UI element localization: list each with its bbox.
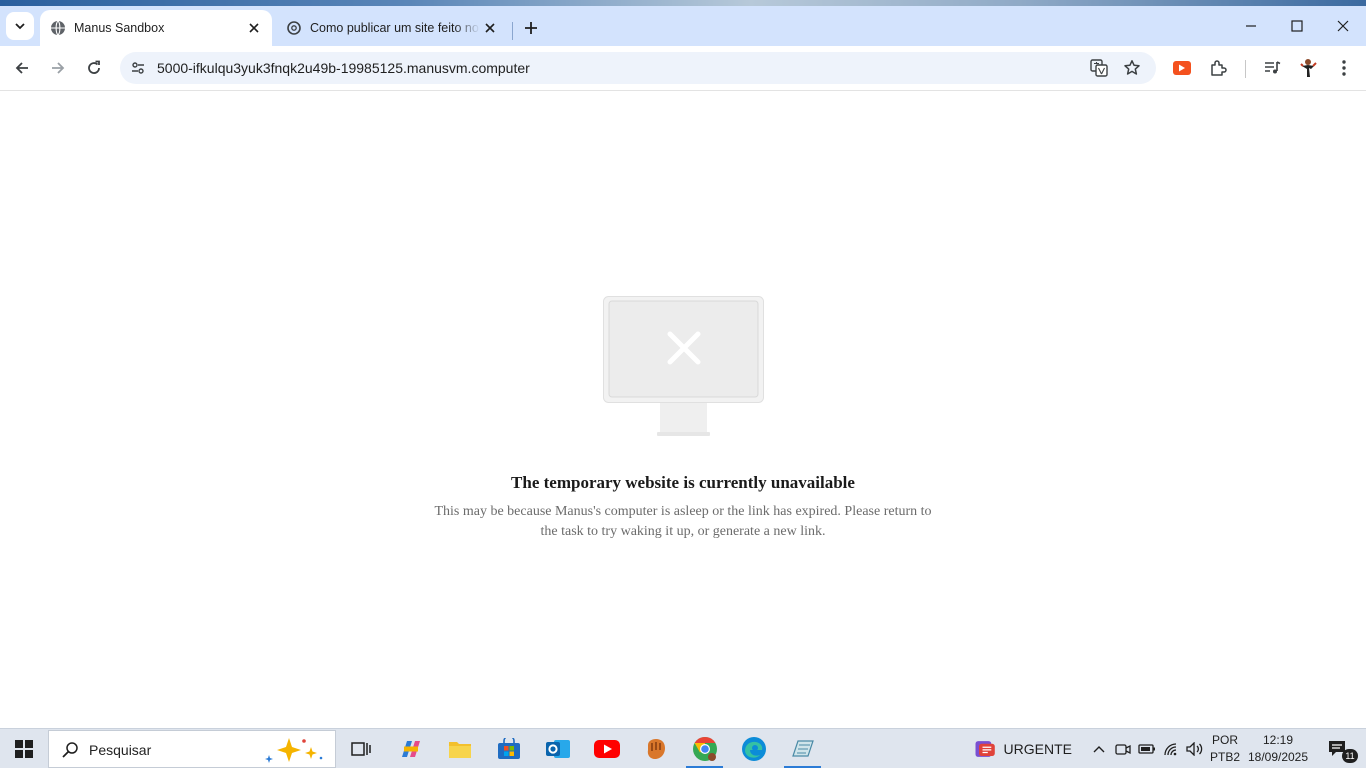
tray-meet-now[interactable] [1112, 729, 1134, 768]
bookmark-star-icon[interactable] [1120, 56, 1144, 80]
camera-icon [1115, 744, 1131, 755]
maximize-button[interactable] [1274, 6, 1320, 46]
input-language-indicator[interactable]: POR PTB2 [1208, 729, 1242, 768]
media-controls-icon[interactable] [1258, 54, 1286, 82]
more-menu-icon[interactable] [1330, 54, 1358, 82]
clock-time: 12:19 [1262, 733, 1294, 747]
chrome-app[interactable] [680, 729, 729, 768]
globe-icon [50, 20, 66, 36]
reload-button[interactable] [78, 52, 110, 84]
copilot-app[interactable] [386, 729, 435, 768]
search-placeholder: Pesquisar [89, 742, 152, 758]
error-heading: The temporary website is currently unava… [511, 473, 855, 492]
tab-como-publicar[interactable]: Como publicar um site feito no [280, 10, 508, 46]
clock-date: 18/09/2025 [1247, 750, 1309, 764]
tab-manus-sandbox[interactable]: Manus Sandbox [40, 10, 272, 46]
start-button[interactable] [0, 729, 48, 768]
notes-app[interactable] [778, 729, 827, 768]
back-button[interactable] [6, 52, 38, 84]
wifi-icon [1164, 743, 1177, 756]
url-text: 5000-ifkulqu3yuk3fnqk2u49b-19985125.manu… [157, 60, 530, 76]
plus-icon [525, 22, 537, 34]
site-info-icon[interactable] [126, 56, 150, 80]
windows-logo-icon [15, 740, 33, 758]
reload-icon [88, 60, 100, 74]
error-description: This may be because Manus's computer is … [434, 504, 932, 539]
microsoft-store-app[interactable] [484, 729, 533, 768]
tab-close-icon[interactable] [244, 18, 264, 38]
arrow-right-icon [52, 62, 65, 74]
tab-close-icon[interactable] [480, 18, 500, 38]
forward-button[interactable] [42, 52, 74, 84]
language-code: POR [1211, 733, 1238, 747]
broken-monitor-icon [603, 296, 764, 436]
new-tab-button[interactable] [518, 15, 544, 41]
folder-icon [448, 742, 471, 758]
outlook-icon [545, 740, 570, 758]
youtube-app[interactable] [582, 729, 631, 768]
tray-network[interactable] [1160, 729, 1182, 768]
translate-icon[interactable] [1087, 56, 1111, 80]
chatgpt-icon [286, 20, 302, 36]
tab-separator [512, 22, 513, 40]
maximize-icon [1291, 20, 1303, 32]
tray-volume[interactable] [1184, 729, 1206, 768]
page-content: The temporary website is currently unava… [0, 92, 1366, 728]
baseball-glove-icon [647, 739, 665, 759]
extension-youtube-icon[interactable] [1168, 54, 1196, 82]
copilot-sparkle-icon [265, 738, 323, 763]
close-window-button[interactable] [1320, 6, 1366, 46]
tray-battery[interactable] [1136, 729, 1158, 768]
keyboard-layout: PTB2 [1209, 750, 1240, 764]
profile-avatar[interactable] [1294, 54, 1322, 82]
task-view-icon [350, 742, 371, 756]
outlook-app[interactable] [533, 729, 582, 768]
news-widget-icon [975, 741, 995, 757]
notepad-icon [791, 740, 814, 757]
extensions-puzzle-icon[interactable] [1204, 54, 1232, 82]
browser-toolbar: 5000-ifkulqu3yuk3fnqk2u49b-19985125.manu… [0, 46, 1366, 91]
minimize-button[interactable] [1228, 6, 1274, 46]
game-app[interactable] [631, 729, 680, 768]
edge-app[interactable] [729, 729, 778, 768]
store-icon [497, 738, 520, 759]
tab-search-button[interactable] [6, 12, 34, 40]
tray-overflow-button[interactable] [1088, 729, 1110, 768]
task-view-button[interactable] [336, 729, 385, 768]
chevron-up-icon [1093, 746, 1105, 753]
arrow-left-icon [15, 62, 28, 74]
youtube-icon [593, 740, 620, 758]
battery-icon [1138, 744, 1155, 754]
widget-label: URGENTE [1003, 741, 1072, 757]
close-icon [1337, 20, 1349, 32]
clock[interactable]: 12:19 18/09/2025 [1244, 729, 1312, 768]
copilot-icon [401, 741, 420, 757]
speaker-icon [1186, 742, 1203, 756]
widget-urgente[interactable]: URGENTE [972, 729, 1072, 768]
search-icon [62, 742, 78, 758]
chrome-icon [692, 737, 717, 761]
taskbar-search-box[interactable]: Pesquisar [48, 730, 336, 768]
tab-bar: Manus Sandbox Como publicar um site feit… [0, 6, 1366, 46]
notification-count-badge: 11 [1342, 749, 1358, 763]
edge-icon [741, 737, 766, 761]
address-bar[interactable]: 5000-ifkulqu3yuk3fnqk2u49b-19985125.manu… [120, 52, 1156, 84]
notification-center-button[interactable]: 11 [1318, 729, 1358, 768]
windows-taskbar: Pesquisar URGENTE POR PTB2 12:19 18/09/2… [0, 728, 1366, 768]
toolbar-separator [1245, 60, 1246, 78]
file-explorer-app[interactable] [435, 729, 484, 768]
minimize-icon [1246, 25, 1256, 27]
tab-title: Como publicar um site feito no [310, 21, 479, 35]
chevron-down-icon [15, 23, 25, 30]
tab-title: Manus Sandbox [74, 21, 165, 35]
